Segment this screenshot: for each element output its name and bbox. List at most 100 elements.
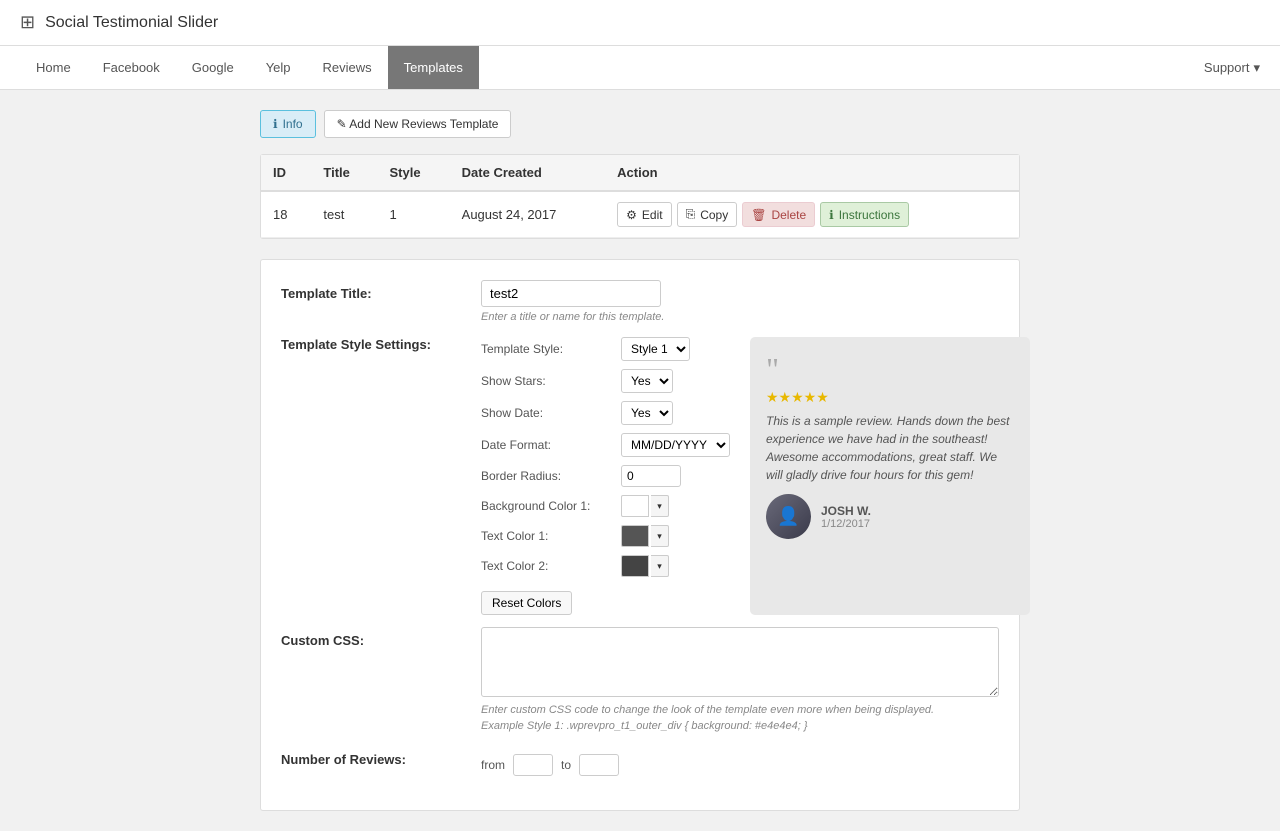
bg-color-dropdown[interactable]: ▾: [651, 495, 669, 517]
reviewer-info: 👤 JOSH W. 1/12/2017: [766, 494, 1014, 539]
bg-color-picker: ▾: [621, 495, 730, 517]
info-button[interactable]: ℹ Info: [260, 110, 316, 138]
custom-css-example: Example Style 1: .wprevpro_t1_outer_div …: [481, 720, 999, 732]
row-id: 18: [261, 191, 311, 238]
text-color1-swatch[interactable]: [621, 525, 649, 547]
text-color1-control: ▾: [621, 525, 730, 547]
copy-icon: ⎘: [686, 207, 696, 222]
preview-card: " ★★★★★ This is a sample review. Hands d…: [750, 337, 1030, 615]
number-reviews-control: from to: [481, 746, 999, 776]
template-style-select[interactable]: Style 1 Style 2 Style 3: [621, 337, 690, 361]
col-id: ID: [261, 155, 311, 191]
bg-color-field: Background Color 1: ▾: [481, 495, 730, 517]
avatar-placeholder: 👤: [766, 494, 811, 539]
reviews-to-label: to: [561, 758, 571, 772]
text-color2-dropdown[interactable]: ▾: [651, 555, 669, 577]
quote-mark: ": [766, 353, 1014, 385]
col-action: Action: [605, 155, 1019, 191]
text-color2-swatch[interactable]: [621, 555, 649, 577]
bg-color-label: Background Color 1:: [481, 499, 621, 513]
app-title: Social Testimonial Slider: [45, 14, 218, 32]
template-title-hint: Enter a title or name for this template.: [481, 311, 999, 323]
info-circle-icon: ℹ: [829, 208, 834, 222]
nav-bar: Home Facebook Google Yelp Reviews Templa…: [0, 46, 1280, 90]
text-color2-control: ▾: [621, 555, 730, 577]
show-stars-select[interactable]: Yes No: [621, 369, 673, 393]
instructions-button[interactable]: ℹ Instructions: [820, 202, 909, 227]
copy-button[interactable]: ⎘ Copy: [677, 202, 738, 227]
nav-facebook[interactable]: Facebook: [87, 46, 176, 89]
border-radius-label: Border Radius:: [481, 469, 621, 483]
show-date-field: Show Date: Yes No: [481, 401, 730, 425]
border-radius-field: Border Radius:: [481, 465, 730, 487]
template-title-input[interactable]: [481, 280, 661, 307]
show-date-label: Show Date:: [481, 406, 621, 420]
support-dropdown-icon: ▾: [1253, 60, 1260, 76]
date-format-field: Date Format: MM/DD/YYYY DD/MM/YYYY YYYY/…: [481, 433, 730, 457]
preview-stars: ★★★★★: [766, 389, 1014, 406]
show-date-select[interactable]: Yes No: [621, 401, 673, 425]
preview-review-text: This is a sample review. Hands down the …: [766, 412, 1014, 484]
custom-css-hint: Enter custom CSS code to change the look…: [481, 704, 999, 716]
template-title-label: Template Title:: [281, 280, 481, 301]
text-color2-label: Text Color 2:: [481, 559, 621, 573]
template-style-settings-row: Template Style Settings: Template Style:…: [281, 337, 999, 615]
reviews-to-input[interactable]: [579, 754, 619, 776]
edit-button[interactable]: ⚙ Edit: [617, 202, 671, 227]
row-actions: ⚙ Edit ⎘ Copy 🗑 Delete: [605, 191, 1019, 238]
row-style: 1: [378, 191, 450, 238]
data-table: ID Title Style Date Created Action 18 te…: [261, 155, 1019, 238]
delete-button[interactable]: 🗑 Delete: [742, 202, 815, 227]
add-template-button[interactable]: ✎ Add New Reviews Template: [324, 110, 512, 138]
settings-fields: Template Style: Style 1 Style 2 Style 3 …: [481, 337, 730, 615]
text-color1-dropdown[interactable]: ▾: [651, 525, 669, 547]
settings-content: Template Style: Style 1 Style 2 Style 3 …: [481, 337, 1030, 615]
row-date: August 24, 2017: [450, 191, 605, 238]
template-style-field: Template Style: Style 1 Style 2 Style 3: [481, 337, 730, 361]
border-radius-input[interactable]: [621, 465, 681, 487]
nav-google[interactable]: Google: [176, 46, 250, 89]
trash-icon: 🗑: [751, 208, 766, 222]
nav-support[interactable]: Support ▾: [1204, 60, 1260, 76]
reset-colors-button[interactable]: Reset Colors: [481, 591, 572, 615]
custom-css-label: Custom CSS:: [281, 627, 481, 648]
date-format-select[interactable]: MM/DD/YYYY DD/MM/YYYY YYYY/MM/DD: [621, 433, 730, 457]
date-format-label: Date Format:: [481, 438, 621, 452]
app-icon: ⊞: [20, 12, 35, 33]
nav-templates[interactable]: Templates: [388, 46, 479, 89]
show-stars-field: Show Stars: Yes No: [481, 369, 730, 393]
table-row: 18 test 1 August 24, 2017 ⚙ Edit ⎘ Co: [261, 191, 1019, 238]
top-bar: ⊞ Social Testimonial Slider: [0, 0, 1280, 46]
bg-color-swatch[interactable]: [621, 495, 649, 517]
template-style-control: Style 1 Style 2 Style 3: [621, 337, 730, 361]
reviewer-name: JOSH W.: [821, 504, 871, 518]
avatar: 👤: [766, 494, 811, 539]
text-color1-label: Text Color 1:: [481, 529, 621, 543]
reviews-from-label: from: [481, 758, 505, 772]
text-color1-picker: ▾: [621, 525, 730, 547]
reviews-from-input[interactable]: [513, 754, 553, 776]
info-icon: ℹ: [273, 117, 278, 131]
custom-css-textarea[interactable]: [481, 627, 999, 697]
col-style: Style: [378, 155, 450, 191]
border-radius-control: [621, 465, 730, 487]
action-row: ℹ Info ✎ Add New Reviews Template: [260, 110, 1020, 138]
show-stars-control: Yes No: [621, 369, 730, 393]
gear-icon: ⚙: [626, 208, 637, 222]
nav-reviews[interactable]: Reviews: [307, 46, 388, 89]
template-title-control: Enter a title or name for this template.: [481, 280, 999, 323]
number-reviews-row: Number of Reviews: from to: [281, 746, 999, 776]
bg-color-control: ▾: [621, 495, 730, 517]
nav-home[interactable]: Home: [20, 46, 87, 89]
nav-yelp[interactable]: Yelp: [250, 46, 307, 89]
text-color2-field: Text Color 2: ▾: [481, 555, 730, 577]
row-title: test: [311, 191, 377, 238]
reviews-range-row: from to: [481, 754, 999, 776]
template-style-field-label: Template Style:: [481, 342, 621, 356]
settings-label: Template Style Settings:: [281, 337, 481, 352]
template-title-row: Template Title: Enter a title or name fo…: [281, 280, 999, 323]
text-color1-field: Text Color 1: ▾: [481, 525, 730, 547]
show-stars-label: Show Stars:: [481, 374, 621, 388]
col-title: Title: [311, 155, 377, 191]
reviewer-details: JOSH W. 1/12/2017: [821, 504, 871, 530]
